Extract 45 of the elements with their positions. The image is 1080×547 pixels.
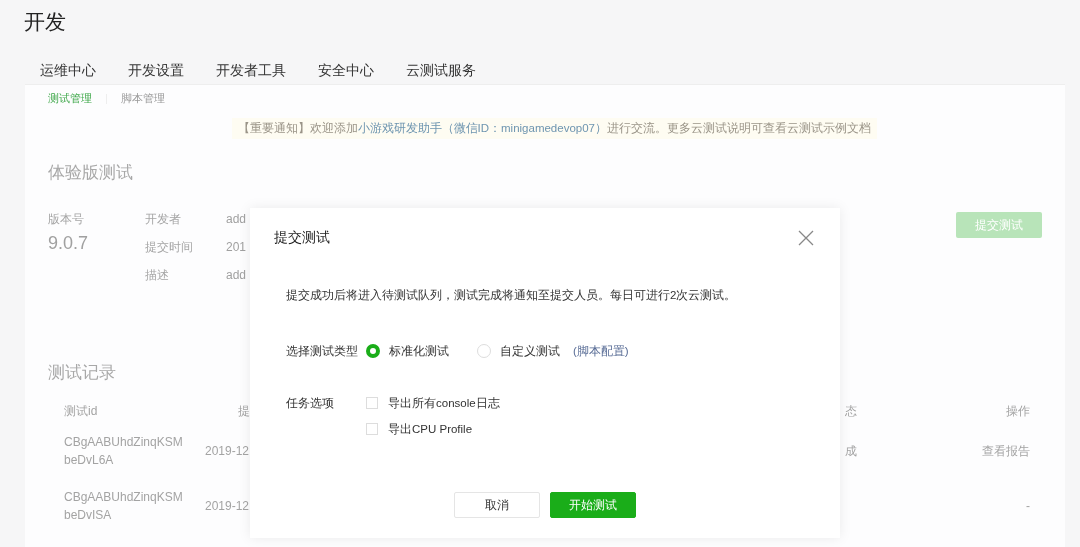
column-header: 提 — [238, 403, 250, 420]
radio-label: 自定义测试 — [500, 344, 560, 359]
version-label: 版本号 — [48, 212, 85, 227]
section-title: 体验版测试 — [48, 162, 133, 184]
assistant-link[interactable]: 小游戏研发助手（微信ID：minigamedevop07） — [357, 121, 607, 136]
table-cell-text: CBgAABUhdZinqKSM beDvL6A — [64, 434, 184, 469]
checkbox-label: 导出CPU Profile — [388, 422, 473, 437]
start-test-button[interactable]: 开始测试 — [550, 492, 636, 518]
form-label: 选择测试类型 — [286, 344, 359, 359]
cancel-button[interactable]: 取消 — [454, 492, 540, 518]
dialog-title: 提交测试 — [274, 229, 330, 247]
field-label: 开发者 — [145, 212, 182, 227]
radio-button[interactable] — [366, 344, 380, 358]
field-label: 提交时间 — [145, 240, 194, 255]
field-value: add — [226, 212, 248, 227]
sub-tab[interactable]: 脚本管理 — [121, 91, 165, 106]
nav-tab[interactable]: 开发者工具 — [216, 62, 286, 84]
nav-tab[interactable]: 云测试服务 — [406, 62, 476, 84]
nav-tab[interactable]: 开发设置 — [128, 62, 184, 84]
notice-text: 【重要通知】欢迎添加 — [237, 121, 358, 136]
section-title: 测试记录 — [48, 362, 116, 384]
field-label: 描述 — [145, 268, 170, 283]
table-cell-text: 成 — [845, 443, 857, 460]
notice-text: 进行交流。更多云测试说明可查看云测试示例文档 — [607, 121, 871, 136]
table-cell-text: 2019-12 — [205, 498, 250, 515]
column-header: 态 — [845, 403, 857, 420]
checkbox-label: 导出所有console日志 — [388, 396, 500, 411]
checkbox[interactable] — [366, 423, 378, 435]
field-value: add — [226, 268, 248, 283]
page-title: 开发 — [24, 9, 67, 35]
nav-tab[interactable]: 安全中心 — [318, 62, 374, 84]
version-number: 9.0.7 — [48, 233, 90, 254]
radio-label: 标准化测试 — [389, 344, 449, 359]
sub-tab[interactable]: 测试管理 — [48, 91, 92, 106]
table-cell-text: CBgAABUhdZinqKSM beDvISA — [64, 489, 184, 524]
dialog-description: 提交成功后将进入待测试队列，测试完成将通知至提交人员。每日可进行2次云测试。 — [286, 288, 738, 303]
column-header: 操作 — [1006, 403, 1030, 420]
nav-tab[interactable]: 运维中心 — [40, 62, 96, 84]
column-header: 测试id — [64, 403, 98, 420]
close-button[interactable] — [796, 228, 816, 248]
form-label: 任务选项 — [286, 396, 335, 411]
checkbox[interactable] — [366, 397, 378, 409]
field-value: 201 — [226, 240, 248, 255]
table-cell-text: 2019-12 — [205, 443, 250, 460]
script-config-link[interactable]: (脚本配置) — [573, 343, 629, 359]
